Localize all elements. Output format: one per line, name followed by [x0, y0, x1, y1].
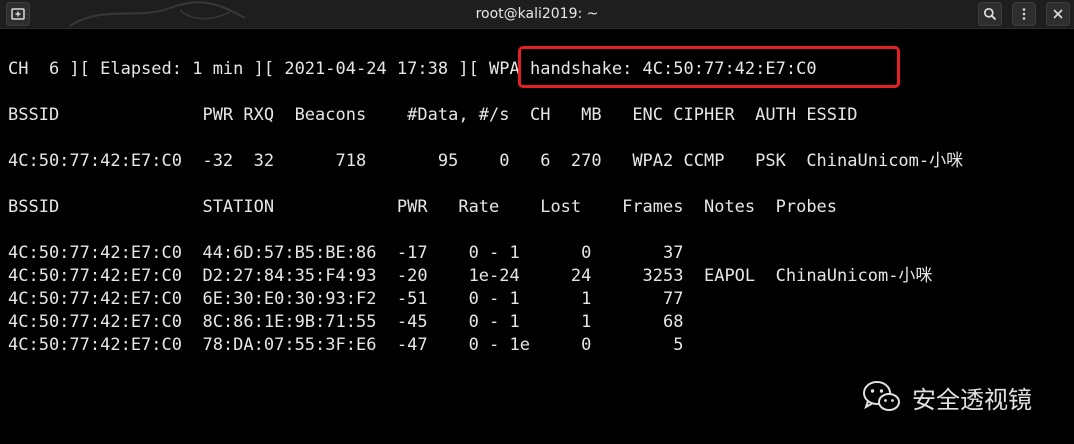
watermark: 安全透视镜: [862, 377, 1032, 417]
wechat-icon: [863, 381, 900, 411]
station-table-row: 4C:50:77:42:E7:C0 6E:30:E0:30:93:F2 -51 …: [8, 289, 684, 309]
station-table-row: 4C:50:77:42:E7:C0 78:DA:07:55:3F:E6 -47 …: [8, 335, 684, 355]
station-table-row: 4C:50:77:42:E7:C0 8C:86:1E:9B:71:55 -45 …: [8, 312, 684, 332]
ap-table-header: BSSID PWR RXQ Beacons #Data, #/s CH MB E…: [8, 105, 858, 125]
station-table-row: 4C:50:77:42:E7:C0 44:6D:57:B5:BE:86 -17 …: [8, 243, 684, 263]
station-table-row: 4C:50:77:42:E7:C0 D2:27:84:35:F4:93 -20 …: [8, 266, 933, 286]
station-table-header: BSSID STATION PWR Rate Lost Frames Notes…: [8, 197, 838, 217]
handshake-highlight-box: [518, 46, 900, 88]
watermark-text: 安全透视镜: [912, 385, 1032, 414]
ap-table-row: 4C:50:77:42:E7:C0 -32 32 718 95 0 6 270 …: [8, 151, 964, 171]
